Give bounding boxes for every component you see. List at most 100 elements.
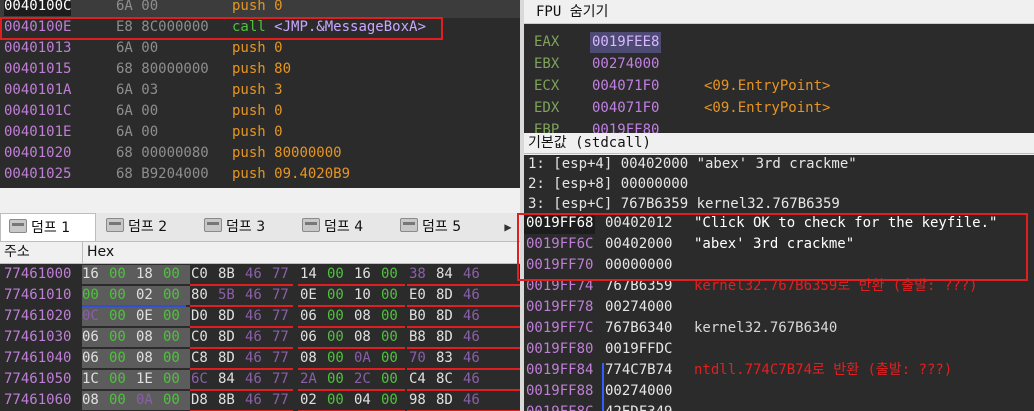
stdcall-argument-list[interactable]: 1: [esp+4] 00402000 "abex' 3rd crackme" 2… (524, 155, 1034, 211)
hex-byte[interactable]: B0 (409, 307, 429, 326)
hex-byte[interactable]: 70 (409, 349, 429, 368)
fpu-toggle-button[interactable]: FPU 숨기기 (524, 0, 1034, 24)
hex-byte[interactable]: 98 (409, 391, 429, 410)
hex-byte[interactable]: 08 (136, 328, 163, 347)
stack-row[interactable]: 0019FF78 00274000 (524, 297, 1034, 318)
hex-byte[interactable]: C4 (409, 370, 429, 389)
stack-row[interactable]: 0019FF7C 767B6340 kernel32.767B6340 (524, 318, 1034, 339)
hex-byte[interactable]: 18 (136, 265, 163, 284)
tab-dump-4[interactable]: 덤프 4 (294, 213, 390, 241)
hex-byte[interactable]: 46 (463, 349, 483, 368)
hex-byte[interactable]: 00 (163, 328, 190, 347)
register-value[interactable]: 00274000 (590, 54, 661, 75)
hex-byte[interactable]: 46 (245, 370, 265, 389)
disasm-row[interactable]: 0040100C 6A 00 push 0 (0, 0, 520, 18)
stack-row[interactable]: 0019FF88 00274000 (524, 381, 1034, 402)
hex-byte[interactable]: 00 (109, 349, 136, 368)
disasm-row[interactable]: 0040101A 6A 03 push 3 (0, 81, 520, 102)
hex-byte[interactable]: 0E (300, 286, 320, 305)
disasm-row[interactable]: 00401025 68 B9204000 push 09.4020B9 (0, 165, 520, 186)
hex-byte[interactable]: 02 (300, 391, 320, 410)
hex-byte[interactable]: 2A (300, 370, 320, 389)
disasm-row[interactable]: 00401020 68 00000080 push 80000000 (0, 144, 520, 165)
hex-byte[interactable]: 00 (327, 328, 347, 347)
hex-byte[interactable]: 00 (163, 349, 190, 368)
hex-byte[interactable]: 00 (109, 391, 136, 410)
hex-byte[interactable]: 80 (191, 286, 211, 305)
hex-byte[interactable]: 06 (300, 307, 320, 326)
hex-byte[interactable]: 0A (354, 349, 374, 368)
hex-byte[interactable]: 14 (300, 265, 320, 284)
hex-byte[interactable]: 77 (272, 286, 292, 305)
hex-byte[interactable]: 8D (436, 307, 456, 326)
hex-byte[interactable]: 83 (436, 349, 456, 368)
disasm-row[interactable]: 00401013 6A 00 push 0 (0, 39, 520, 60)
hex-byte[interactable]: 46 (245, 391, 265, 410)
hex-byte[interactable]: 8D (218, 349, 238, 368)
hex-byte[interactable]: 00 (163, 286, 190, 305)
hex-byte[interactable]: 06 (82, 349, 109, 368)
hex-byte[interactable]: 08 (300, 349, 320, 368)
hex-byte[interactable]: 16 (82, 265, 109, 284)
register-value[interactable]: 0019FEE8 (590, 32, 662, 53)
hex-byte[interactable]: C0 (191, 265, 211, 284)
hex-byte[interactable]: D8 (191, 391, 211, 410)
column-address-header[interactable]: 주소 (4, 242, 30, 263)
hex-byte[interactable]: 08 (354, 328, 374, 347)
hex-byte[interactable]: 16 (354, 265, 374, 284)
hex-byte[interactable]: 08 (82, 391, 109, 410)
tab-dump-3[interactable]: 덤프 3 (196, 213, 292, 241)
stack-row[interactable]: 0019FF80 0019FFDC (524, 339, 1034, 360)
hex-byte[interactable]: 00 (163, 370, 190, 389)
tab-dump-2[interactable]: 덤프 2 (98, 213, 194, 241)
hex-byte[interactable]: 46 (463, 265, 483, 284)
hex-byte[interactable]: C8 (191, 349, 211, 368)
hex-byte[interactable]: 04 (354, 391, 374, 410)
hex-byte[interactable]: 6C (191, 370, 211, 389)
hex-byte[interactable]: 46 (245, 265, 265, 284)
stdcall-argument[interactable]: 2: [esp+8] 00000000 (528, 174, 688, 194)
hex-byte[interactable]: 5B (218, 286, 238, 305)
hex-byte[interactable]: 00 (381, 265, 401, 284)
hex-byte[interactable]: 2C (354, 370, 374, 389)
stack-row[interactable]: 0019FF8C 42EDF349 (524, 402, 1034, 411)
hex-dump-pane[interactable]: 주소 Hex 77461000 16 00 18 00 C0 8B 46 77 14 00 16 00 3… (0, 242, 520, 411)
hex-byte[interactable]: 46 (245, 307, 265, 326)
disasm-row[interactable]: 0040101C 6A 00 push 0 (0, 102, 520, 123)
registers-pane[interactable]: FPU 숨기기 EAX 0019FEE8 EBX 00274000 ECX 004071F… (524, 0, 1034, 133)
hex-byte[interactable]: 02 (136, 286, 163, 305)
hex-byte[interactable]: 8D (218, 307, 238, 326)
hex-byte[interactable]: 46 (463, 286, 483, 305)
hex-byte[interactable]: 46 (245, 286, 265, 305)
hex-byte[interactable]: 46 (463, 391, 483, 410)
tab-dump-5[interactable]: 덤프 5 (392, 213, 488, 241)
hex-byte[interactable]: 00 (109, 307, 136, 326)
tab-scroll-right-icon[interactable]: ▶ (500, 219, 516, 235)
hex-byte[interactable]: 38 (409, 265, 429, 284)
hex-byte[interactable]: 00 (327, 391, 347, 410)
hex-byte[interactable]: 06 (300, 328, 320, 347)
hex-byte[interactable]: 8D (436, 391, 456, 410)
hex-byte[interactable]: 46 (245, 349, 265, 368)
hex-byte[interactable]: 77 (272, 265, 292, 284)
register-value[interactable]: 0019FF80 (590, 120, 661, 133)
hex-byte[interactable]: 8B (218, 265, 238, 284)
hex-byte[interactable]: 00 (327, 370, 347, 389)
hex-byte[interactable]: 00 (109, 265, 136, 284)
hex-byte[interactable]: C0 (191, 328, 211, 347)
hex-byte[interactable]: 1C (82, 370, 109, 389)
hex-byte[interactable]: 00 (163, 391, 190, 410)
hex-byte[interactable]: 0A (136, 391, 163, 410)
stdcall-argument[interactable]: 3: [esp+C] 767B6359 kernel32.767B6359 (528, 194, 840, 211)
register-value[interactable]: 004071F0 (590, 98, 661, 119)
hex-byte[interactable]: 84 (436, 265, 456, 284)
hex-byte[interactable]: 00 (327, 286, 347, 305)
hex-byte[interactable]: 00 (381, 328, 401, 347)
hex-byte[interactable]: 00 (381, 286, 401, 305)
hex-byte[interactable]: B8 (409, 328, 429, 347)
hex-byte[interactable]: E0 (409, 286, 429, 305)
hex-byte[interactable]: 00 (381, 307, 401, 326)
hex-byte[interactable]: 77 (272, 391, 292, 410)
hex-byte[interactable]: 00 (327, 349, 347, 368)
stdcall-argument[interactable]: 1: [esp+4] 00402000 "abex' 3rd crackme" (528, 154, 857, 174)
